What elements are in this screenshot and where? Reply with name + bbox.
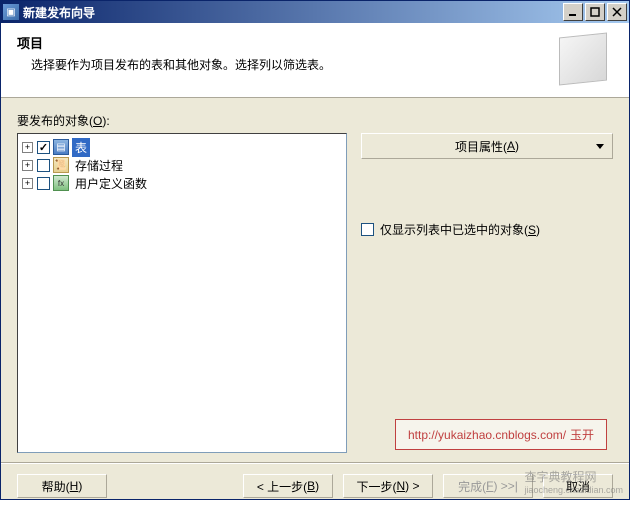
titlebar: 新建发布向导: [1, 1, 629, 23]
wizard-button-bar: 帮助(H) < 上一步(B) 下一步(N) > 完成(F) >>| 取消: [1, 463, 629, 510]
app-icon: [3, 4, 19, 20]
wizard-body: 要发布的对象(O): + 表 + 存储过程 +: [1, 98, 629, 510]
tree-label: 表: [72, 138, 90, 157]
tree-item-tables[interactable]: + 表: [20, 138, 344, 156]
checkbox-procedures[interactable]: [37, 159, 50, 172]
next-button[interactable]: 下一步(N) >: [343, 474, 433, 498]
procedure-icon: [53, 157, 69, 173]
minimize-button[interactable]: [563, 3, 583, 21]
tree-item-functions[interactable]: + 用户定义函数: [20, 174, 344, 192]
checkbox-functions[interactable]: [37, 177, 50, 190]
window-controls: [563, 3, 627, 21]
header-text: 项目 选择要作为项目发布的表和其他对象。选择列以筛选表。: [17, 33, 559, 73]
expand-icon[interactable]: +: [22, 160, 33, 171]
expand-icon[interactable]: +: [22, 178, 33, 189]
maximize-button[interactable]: [585, 3, 605, 21]
function-icon: [53, 175, 69, 191]
right-panel: 项目属性(A) 仅显示列表中已选中的对象(S): [361, 133, 613, 453]
cancel-button[interactable]: 取消: [543, 474, 613, 498]
finish-button: 完成(F) >>|: [443, 474, 533, 498]
content-area: + 表 + 存储过程 + 用户定义函数: [17, 133, 613, 453]
filter-selected-checkbox[interactable]: [361, 223, 374, 236]
wizard-window: 新建发布向导 项目 选择要作为项目发布的表和其他对象。选择列以筛选表。 要发布的…: [0, 0, 630, 500]
wizard-header: 项目 选择要作为项目发布的表和其他对象。选择列以筛选表。: [1, 23, 629, 98]
tree-label: 存储过程: [72, 156, 126, 175]
filter-selected-row: 仅显示列表中已选中的对象(S): [361, 221, 613, 238]
project-properties-button[interactable]: 项目属性(A): [361, 133, 613, 159]
help-button[interactable]: 帮助(H): [17, 474, 107, 498]
author-watermark[interactable]: http://yukaizhao.cnblogs.com/ 玉开: [395, 419, 607, 450]
tree-label: 用户定义函数: [72, 174, 150, 193]
objects-tree[interactable]: + 表 + 存储过程 + 用户定义函数: [17, 133, 347, 453]
tree-item-procedures[interactable]: + 存储过程: [20, 156, 344, 174]
page-description: 选择要作为项目发布的表和其他对象。选择列以筛选表。: [31, 56, 559, 73]
objects-label: 要发布的对象(O):: [17, 112, 613, 129]
expand-icon[interactable]: +: [22, 142, 33, 153]
checkbox-tables[interactable]: [37, 141, 50, 154]
table-icon: [53, 139, 69, 155]
close-button[interactable]: [607, 3, 627, 21]
filter-selected-label[interactable]: 仅显示列表中已选中的对象(S): [380, 221, 540, 238]
header-graphic: [559, 32, 607, 85]
back-button[interactable]: < 上一步(B): [243, 474, 333, 498]
page-title: 项目: [17, 33, 559, 52]
window-title: 新建发布向导: [23, 4, 563, 21]
